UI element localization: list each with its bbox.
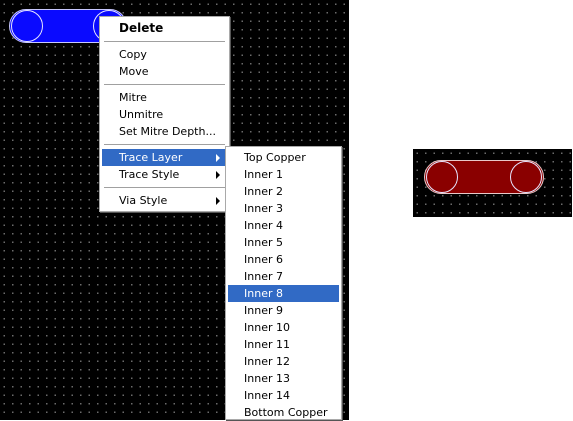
- menu-item-copy[interactable]: Copy: [102, 46, 227, 63]
- layer-item[interactable]: Bottom Copper: [228, 404, 339, 421]
- submenu-arrow-icon: [216, 154, 220, 162]
- menu-separator: [104, 41, 225, 42]
- layer-item[interactable]: Top Copper: [228, 149, 339, 166]
- layer-item[interactable]: Inner 9: [228, 302, 339, 319]
- menu-item-set-mitre-depth[interactable]: Set Mitre Depth...: [102, 123, 227, 140]
- layer-preview-canvas: [413, 149, 572, 217]
- trace-context-menu: Delete Copy Move Mitre Unmitre Set Mitre…: [99, 16, 230, 212]
- layer-item[interactable]: Inner 1: [228, 166, 339, 183]
- trace-layer-submenu: Top Copper Inner 1 Inner 2 Inner 3 Inner…: [225, 146, 342, 420]
- menu-item-trace-layer[interactable]: Trace Layer: [102, 149, 227, 166]
- menu-item-trace-style-label: Trace Style: [119, 168, 180, 181]
- menu-item-mitre[interactable]: Mitre: [102, 89, 227, 106]
- menu-item-move[interactable]: Move: [102, 63, 227, 80]
- preview-trace: [424, 160, 544, 194]
- layer-item[interactable]: Inner 6: [228, 251, 339, 268]
- layer-item[interactable]: Inner 12: [228, 353, 339, 370]
- layer-item[interactable]: Inner 3: [228, 200, 339, 217]
- submenu-arrow-icon: [216, 197, 220, 205]
- layer-item[interactable]: Inner 2: [228, 183, 339, 200]
- preview-pad-left: [426, 161, 458, 193]
- layer-item[interactable]: Inner 13: [228, 370, 339, 387]
- layer-item-highlighted[interactable]: Inner 8: [228, 285, 339, 302]
- layer-item[interactable]: Inner 7: [228, 268, 339, 285]
- menu-item-via-style[interactable]: Via Style: [102, 192, 227, 209]
- menu-separator: [104, 84, 225, 85]
- preview-pad-right: [510, 161, 542, 193]
- menu-item-trace-style[interactable]: Trace Style: [102, 166, 227, 183]
- layer-item[interactable]: Inner 5: [228, 234, 339, 251]
- submenu-arrow-icon: [216, 171, 220, 179]
- menu-item-delete[interactable]: Delete: [102, 20, 227, 37]
- menu-separator: [104, 144, 225, 145]
- menu-item-unmitre[interactable]: Unmitre: [102, 106, 227, 123]
- layer-item[interactable]: Inner 10: [228, 319, 339, 336]
- trace-end-pad-left[interactable]: [11, 10, 43, 42]
- layer-item[interactable]: Inner 4: [228, 217, 339, 234]
- layer-item[interactable]: Inner 14: [228, 387, 339, 404]
- layer-item[interactable]: Inner 11: [228, 336, 339, 353]
- menu-item-trace-layer-label: Trace Layer: [119, 151, 183, 164]
- menu-item-via-style-label: Via Style: [119, 194, 168, 207]
- menu-separator: [104, 187, 225, 188]
